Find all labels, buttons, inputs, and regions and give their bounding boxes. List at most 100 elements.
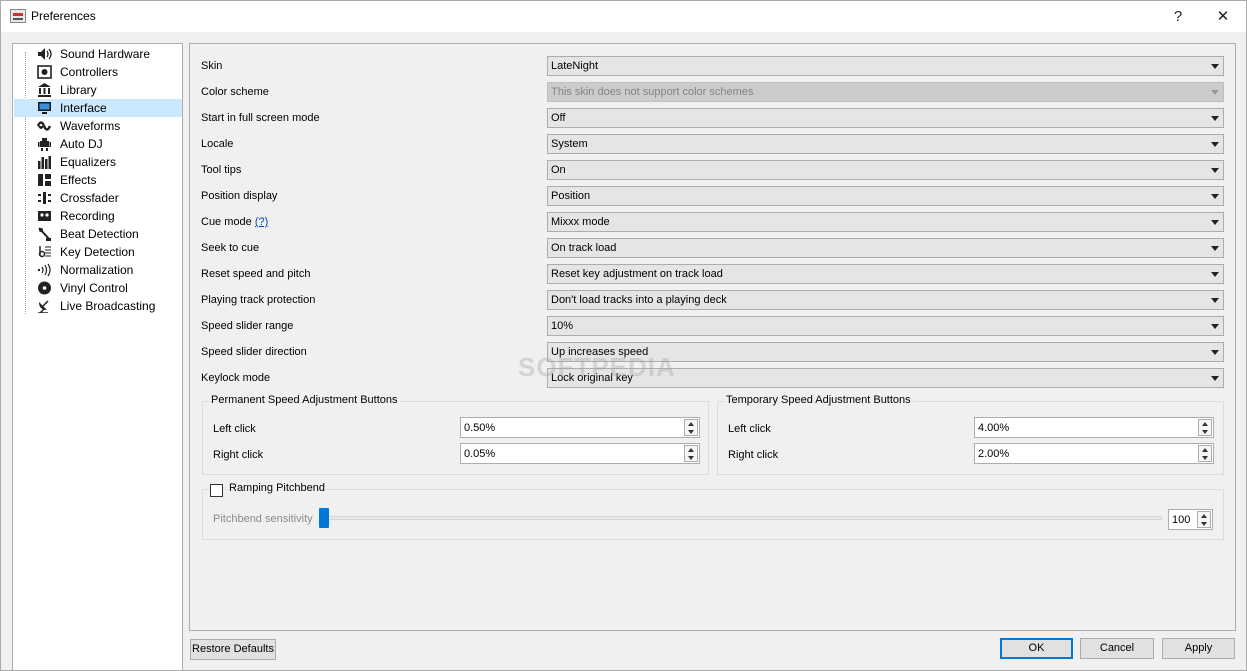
color-scheme-value: This skin does not support color schemes: [551, 86, 754, 98]
skin-value: LateNight: [551, 60, 599, 72]
skin-label: Skin: [201, 60, 223, 72]
sidebar-item-crossfader[interactable]: Crossfader: [14, 189, 182, 207]
track-protection-label: Playing track protection: [201, 294, 316, 306]
sidebar-item-label: Vinyl Control: [60, 281, 128, 295]
temporary-left-click-label: Left click: [728, 423, 771, 435]
arrow-up-icon: [688, 422, 694, 426]
sidebar-item-label: Auto DJ: [60, 137, 103, 151]
chevron-down-icon: [1211, 324, 1219, 329]
sidebar-item-auto-dj[interactable]: Auto DJ: [14, 135, 182, 153]
track-protection-value: Don't load tracks into a playing deck: [551, 294, 727, 306]
sidebar-item-library[interactable]: Library: [14, 81, 182, 99]
sidebar-item-controllers[interactable]: Controllers: [14, 63, 182, 81]
temporary-right-click-spinbox[interactable]: 2.00%: [974, 443, 1214, 464]
skin-dropdown[interactable]: LateNight: [547, 56, 1224, 76]
sidebar-item-recording[interactable]: Recording: [14, 207, 182, 225]
sidebar-item-label: Interface: [60, 101, 107, 115]
cue-mode-value: Mixxx mode: [551, 216, 610, 228]
speed-range-label: Speed slider range: [201, 320, 294, 332]
arrow-up-icon: [688, 448, 694, 452]
waveform-icon: [37, 121, 52, 131]
sidebar-item-key-detection[interactable]: Key Detection: [14, 243, 182, 261]
sidebar-item-waveforms[interactable]: Waveforms: [14, 117, 182, 135]
spin-buttons[interactable]: [684, 419, 698, 436]
permanent-right-click-label: Right click: [213, 449, 264, 461]
sidebar-item-label: Equalizers: [60, 155, 117, 169]
apply-button[interactable]: Apply: [1162, 638, 1235, 659]
window-title: Preferences: [31, 9, 96, 23]
chevron-down-icon: [1211, 220, 1219, 225]
position-display-label: Position display: [201, 190, 278, 202]
sidebar-item-beat-detection[interactable]: Beat Detection: [14, 225, 182, 243]
sidebar-item-effects[interactable]: Effects: [14, 171, 182, 189]
sidebar-item-normalization[interactable]: Normalization: [14, 261, 182, 279]
pitchbend-sensitivity-track: [319, 516, 1162, 520]
cue-mode-dropdown[interactable]: Mixxx mode: [547, 212, 1224, 232]
fullscreen-label: Start in full screen mode: [201, 112, 320, 124]
permanent-right-click-spinbox[interactable]: 0.05%: [460, 443, 700, 464]
spinbox-value: 0.05%: [464, 448, 496, 460]
spin-buttons[interactable]: [1197, 511, 1211, 528]
tool-tips-value: On: [551, 164, 566, 176]
arrow-up-icon: [1201, 514, 1207, 518]
temporary-group-title: Temporary Speed Adjustment Buttons: [724, 394, 913, 406]
help-button[interactable]: ?: [1155, 1, 1201, 32]
ok-button[interactable]: OK: [1000, 638, 1073, 659]
seek-to-cue-dropdown[interactable]: On track load: [547, 238, 1224, 258]
arrow-up-icon: [1202, 422, 1208, 426]
cue-mode-help-link[interactable]: (?): [255, 216, 268, 228]
sidebar-item-sound-hardware[interactable]: Sound Hardware: [14, 45, 182, 63]
locale-dropdown[interactable]: System: [547, 134, 1224, 154]
spin-buttons[interactable]: [1198, 419, 1212, 436]
reset-speed-value: Reset key adjustment on track load: [551, 268, 723, 280]
spin-buttons[interactable]: [1198, 445, 1212, 462]
keylock-label: Keylock mode: [201, 372, 271, 384]
temporary-left-click-spinbox[interactable]: 4.00%: [974, 417, 1214, 438]
seek-to-cue-label: Seek to cue: [201, 242, 260, 254]
cue-mode-text: Cue mode: [201, 216, 252, 228]
restore-defaults-button[interactable]: Restore Defaults: [190, 639, 276, 660]
fullscreen-dropdown[interactable]: Off: [547, 108, 1224, 128]
sidebar-item-label: Controllers: [60, 65, 119, 79]
cancel-button[interactable]: Cancel: [1080, 638, 1154, 659]
sidebar-item-label: Waveforms: [60, 119, 121, 133]
arrow-up-icon: [1202, 448, 1208, 452]
normalization-icon: [38, 263, 51, 277]
metronome-icon: [38, 227, 51, 241]
arrow-down-icon: [1202, 430, 1208, 434]
speed-range-dropdown[interactable]: 10%: [547, 316, 1224, 336]
spin-buttons[interactable]: [684, 445, 698, 462]
permanent-group-title: Permanent Speed Adjustment Buttons: [209, 394, 400, 406]
sidebar-item-live-broadcasting[interactable]: Live Broadcasting: [14, 297, 182, 315]
chevron-down-icon: [1211, 376, 1219, 381]
chevron-down-icon: [1211, 64, 1219, 69]
sidebar-item-equalizers[interactable]: Equalizers: [14, 153, 182, 171]
reset-speed-dropdown[interactable]: Reset key adjustment on track load: [547, 264, 1224, 284]
position-display-dropdown[interactable]: Position: [547, 186, 1224, 206]
speaker-icon: [38, 48, 52, 60]
pitchbend-sensitivity-slider[interactable]: [319, 508, 329, 528]
chevron-down-icon: [1211, 350, 1219, 355]
watermark: SOFTPEDIA: [518, 352, 676, 382]
sidebar-item-label: Effects: [60, 173, 97, 187]
tool-tips-dropdown[interactable]: On: [547, 160, 1224, 180]
sidebar-item-vinyl-control[interactable]: Vinyl Control: [14, 279, 182, 297]
pitchbend-sensitivity-spinbox[interactable]: 100: [1168, 509, 1213, 530]
ramping-pitchbend-checkbox[interactable]: [210, 484, 223, 497]
vinyl-icon: [38, 281, 51, 295]
track-protection-dropdown[interactable]: Don't load tracks into a playing deck: [547, 290, 1224, 310]
monitor-icon: [38, 102, 51, 114]
effects-icon: [38, 174, 51, 186]
chevron-down-icon: [1211, 142, 1219, 147]
controller-icon: [37, 65, 52, 79]
preferences-sidebar: Sound Hardware Controllers Library Inter…: [12, 43, 183, 671]
close-button[interactable]: ✕: [1200, 1, 1246, 32]
position-display-value: Position: [551, 190, 591, 202]
chevron-down-icon: [1211, 90, 1219, 95]
speed-direction-label: Speed slider direction: [201, 346, 307, 358]
sidebar-item-label: Recording: [60, 209, 115, 223]
arrow-down-icon: [1201, 522, 1207, 526]
sidebar-item-interface[interactable]: Interface: [14, 99, 182, 117]
permanent-left-click-spinbox[interactable]: 0.50%: [460, 417, 700, 438]
cue-mode-label: Cue mode (?): [201, 216, 268, 228]
